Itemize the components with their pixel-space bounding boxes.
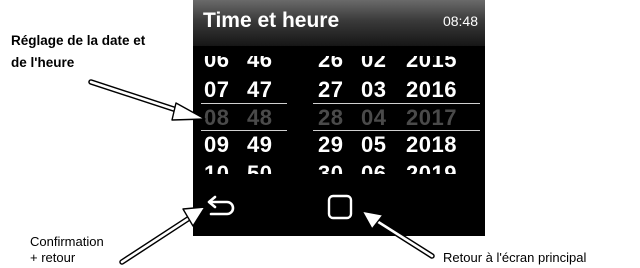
annotation-arrows	[88, 79, 435, 265]
arrow-to-selected-row	[88, 79, 206, 121]
arrow-to-back-button	[119, 206, 206, 265]
arrow-to-home-button	[361, 210, 435, 259]
